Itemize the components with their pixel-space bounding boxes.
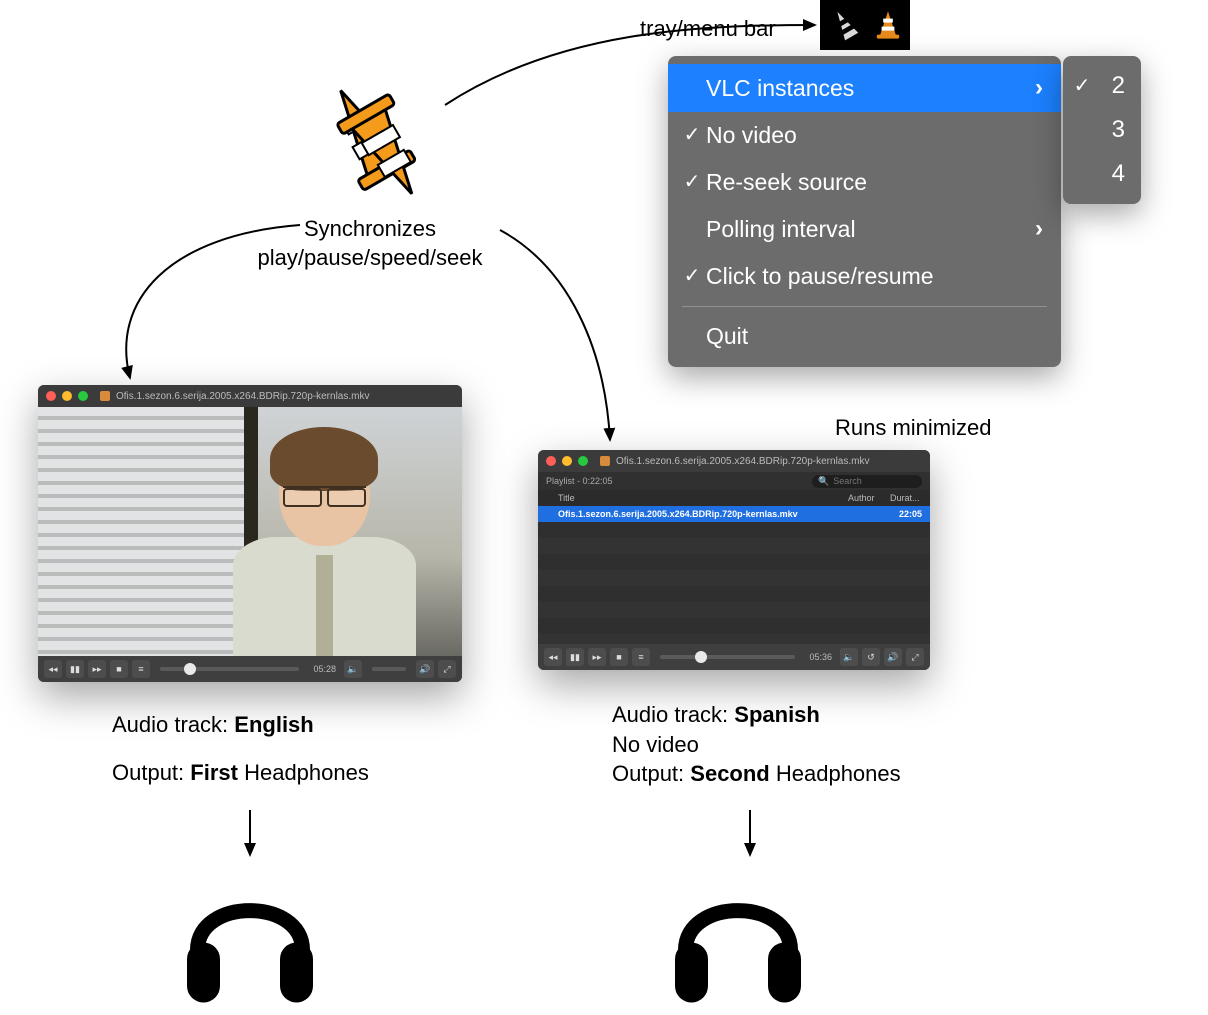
window-title: Ofis.1.sezon.6.serija.2005.x264.BDRip.72…: [616, 456, 922, 467]
maximize-icon[interactable]: [578, 456, 588, 466]
playback-controls: ◂◂ ▮▮ ▸▸ ■ ≡ 05:28 🔈 🔊 ⤢: [38, 656, 462, 682]
mute-button[interactable]: 🔈: [344, 660, 362, 678]
check-icon: ✓: [678, 120, 706, 150]
tray-dropdown-menu: VLC instances › ✓ No video ✓ Re-seek sou…: [668, 56, 1061, 367]
forward-button[interactable]: ▸▸: [588, 648, 606, 666]
window-title: Ofis.1.sezon.6.serija.2005.x264.BDRip.72…: [116, 391, 454, 402]
check-icon: ✓: [678, 167, 706, 197]
menu-item-label: Polling interval: [706, 212, 856, 247]
traffic-lights[interactable]: [46, 391, 88, 401]
playlist-header: Playlist - 0:22:05 🔍: [538, 472, 930, 490]
vlc-instances-submenu: ✓ 2 3 4: [1063, 56, 1141, 204]
window-titlebar[interactable]: Ofis.1.sezon.6.serija.2005.x264.BDRip.72…: [38, 385, 462, 407]
check-icon: ✓: [1069, 71, 1095, 101]
playlist-row-title: Ofis.1.sezon.6.serija.2005.x264.BDRip.72…: [538, 509, 890, 519]
file-icon: [600, 456, 610, 466]
menu-item-polling-interval[interactable]: Polling interval ›: [668, 205, 1061, 253]
check-icon: ✓: [678, 261, 706, 291]
audio-button[interactable]: 🔊: [416, 660, 434, 678]
headphones-icon: [658, 860, 818, 1010]
forward-button[interactable]: ▸▸: [88, 660, 106, 678]
chevron-right-icon: ›: [1035, 70, 1043, 106]
playlist-header-text: Playlist - 0:22:05: [546, 476, 613, 486]
shuffle-button[interactable]: ↺: [862, 648, 880, 666]
window-titlebar[interactable]: Ofis.1.sezon.6.serija.2005.x264.BDRip.72…: [538, 450, 930, 472]
tray-vlc-icon[interactable]: [872, 6, 904, 44]
vlc-window-primary[interactable]: Ofis.1.sezon.6.serija.2005.x264.BDRip.72…: [38, 385, 462, 682]
menu-separator: [682, 306, 1047, 307]
file-icon: [100, 391, 110, 401]
rewind-button[interactable]: ◂◂: [44, 660, 62, 678]
menu-item-label: No video: [706, 118, 797, 153]
rewind-button[interactable]: ◂◂: [544, 648, 562, 666]
close-icon[interactable]: [546, 456, 556, 466]
stop-button[interactable]: ■: [110, 660, 128, 678]
playlist-row[interactable]: Ofis.1.sezon.6.serija.2005.x264.BDRip.72…: [538, 506, 930, 522]
submenu-option-4[interactable]: 4: [1063, 152, 1141, 196]
fullscreen-button[interactable]: ⤢: [906, 648, 924, 666]
traffic-lights[interactable]: [546, 456, 588, 466]
search-icon: 🔍: [818, 476, 829, 487]
menu-item-label: Re-seek source: [706, 165, 867, 200]
menu-item-quit[interactable]: Quit: [668, 313, 1061, 360]
minimize-icon[interactable]: [562, 456, 572, 466]
sync-description: Synchronizes play/pause/speed/seek: [230, 215, 510, 272]
video-frame[interactable]: [38, 407, 462, 656]
play-pause-button[interactable]: ▮▮: [566, 648, 584, 666]
close-icon[interactable]: [46, 391, 56, 401]
mute-button[interactable]: 🔈: [840, 648, 858, 666]
maximize-icon[interactable]: [78, 391, 88, 401]
playlist-empty-rows: [538, 522, 930, 644]
headphones-icon: [170, 860, 330, 1010]
playlist-search[interactable]: 🔍: [812, 475, 922, 488]
tray-menubar: [820, 0, 910, 50]
col-duration[interactable]: Durat...: [890, 493, 930, 503]
tray-label: tray/menu bar: [640, 16, 776, 42]
vlc-window-secondary[interactable]: Ofis.1.sezon.6.serija.2005.x264.BDRip.72…: [538, 450, 930, 670]
app-logo-cones: [310, 75, 440, 205]
audio-button[interactable]: 🔊: [884, 648, 902, 666]
minimize-icon[interactable]: [62, 391, 72, 401]
menu-item-click-to-pause[interactable]: ✓ Click to pause/resume: [668, 253, 1061, 300]
play-pause-button[interactable]: ▮▮: [66, 660, 84, 678]
menu-item-vlc-instances[interactable]: VLC instances ›: [668, 64, 1061, 112]
submenu-option-3[interactable]: 3: [1063, 108, 1141, 152]
playlist-button[interactable]: ≡: [132, 660, 150, 678]
runs-minimized-label: Runs minimized: [835, 415, 992, 441]
volume-bar[interactable]: [372, 667, 406, 671]
seek-bar[interactable]: [160, 667, 299, 671]
tray-app-icon[interactable]: [826, 6, 864, 44]
playback-controls: ◂◂ ▮▮ ▸▸ ■ ≡ 05:36 🔈 ↺ 🔊 ⤢: [538, 644, 930, 670]
col-title[interactable]: Title: [552, 493, 848, 503]
playlist-row-duration: 22:05: [890, 509, 930, 519]
col-author[interactable]: Author: [848, 493, 890, 503]
stop-button[interactable]: ■: [610, 648, 628, 666]
menu-item-label: Quit: [706, 319, 748, 354]
fullscreen-button[interactable]: ⤢: [438, 660, 456, 678]
seek-bar[interactable]: [660, 655, 795, 659]
seek-knob[interactable]: [184, 663, 196, 675]
time-display: 05:28: [313, 664, 336, 674]
submenu-option-2[interactable]: ✓ 2: [1063, 64, 1141, 108]
chevron-right-icon: ›: [1035, 211, 1043, 247]
search-input[interactable]: [833, 476, 913, 486]
caption-right: Audio track: Spanish No video Output: Se…: [612, 700, 901, 789]
menu-item-label: Click to pause/resume: [706, 259, 934, 294]
caption-left: Audio track: English Output: First Headp…: [112, 710, 369, 787]
menu-item-no-video[interactable]: ✓ No video: [668, 112, 1061, 159]
menu-item-label: VLC instances: [706, 71, 854, 106]
playlist-button[interactable]: ≡: [632, 648, 650, 666]
time-display: 05:36: [809, 652, 832, 662]
menu-item-reseek-source[interactable]: ✓ Re-seek source: [668, 159, 1061, 206]
playlist-columns[interactable]: Title Author Durat...: [538, 490, 930, 506]
seek-knob[interactable]: [695, 651, 707, 663]
